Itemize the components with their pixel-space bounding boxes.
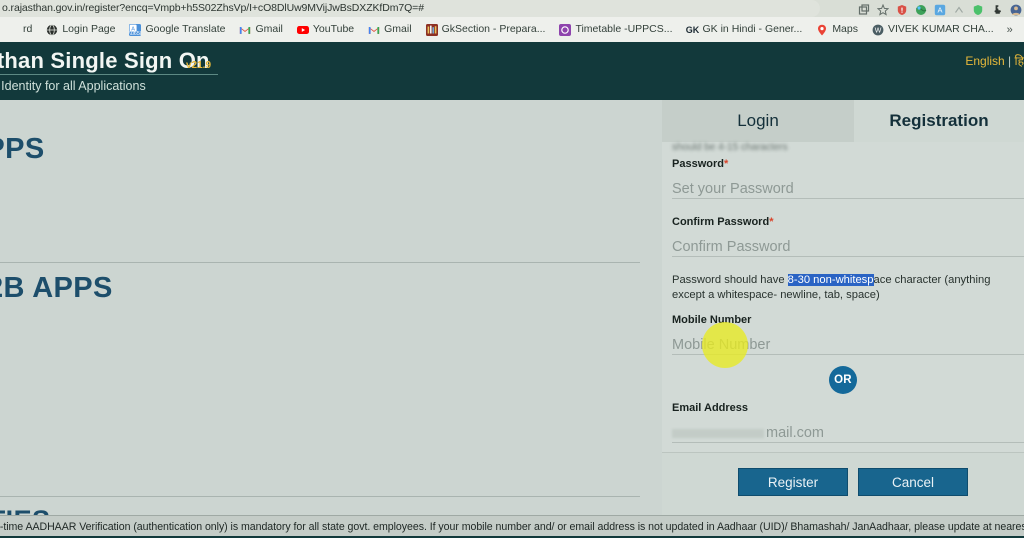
language-hindi[interactable]: हि (1015, 54, 1024, 68)
bookmarks-overflow-button[interactable]: » (1001, 24, 1019, 36)
password-input[interactable]: Set your Password (672, 179, 1024, 199)
password-label-text: Password (672, 158, 724, 170)
password-label: Password* (672, 158, 1024, 170)
bookmark-label: Login Page (62, 23, 116, 35)
bookmark-label: Timetable -UPPCS... (575, 23, 673, 35)
confirm-password-label-text: Confirm Password (672, 216, 770, 228)
form-actions: Register Cancel (662, 452, 1024, 515)
site-title: asthan Single Sign On (0, 48, 210, 73)
email-address-label: Email Address (672, 402, 749, 414)
bookmark-label: GK in Hindi - Gener... (702, 23, 803, 35)
bookmark-label: VIVEK KUMAR CHA... (888, 23, 994, 35)
omnibox-row: o.rajasthan.gov.in/register?encq=Vmpb+h5… (0, 0, 1024, 17)
bookmark-item-gmail-1[interactable]: Gmail (232, 17, 289, 42)
bookmark-label: rd (23, 23, 33, 35)
confirm-password-field-group: Confirm Password* Confirm Password (672, 216, 1024, 257)
bookmark-item-youtube[interactable]: YouTube (290, 17, 361, 42)
auth-tabs: Login Registration (662, 100, 1024, 142)
tab-registration[interactable]: Registration (854, 100, 1024, 142)
svg-text:\u6587: \u6587 (130, 31, 142, 36)
bookmark-item[interactable]: rd (0, 17, 39, 42)
cancel-button[interactable]: Cancel (858, 468, 968, 496)
youtube-icon (296, 24, 309, 36)
language-english[interactable]: English (965, 54, 1004, 68)
svg-text:W: W (875, 27, 882, 34)
cut-off-hint-text: should be 4-15 characters (672, 142, 788, 153)
gk-icon: GK (685, 24, 700, 35)
footer-notice: e-time AADHAAR Verification (authenticat… (0, 515, 1024, 538)
version-label: v21.9 (186, 60, 212, 71)
bookmark-item-gmail-2[interactable]: Gmail (361, 17, 418, 42)
confirm-password-label: Confirm Password* (672, 216, 1024, 228)
omnibox-icons: A (858, 0, 1022, 17)
left-content-panel: APPS G2B APPS TITIES 48,290 (0, 100, 662, 535)
bookmark-item-timetable[interactable]: Timetable -UPPCS... (552, 17, 679, 42)
translate-icon[interactable]: A (934, 3, 946, 15)
url-text[interactable]: o.rajasthan.gov.in/register?encq=Vmpb+h5… (2, 1, 424, 16)
profile-avatar-icon[interactable] (1010, 3, 1022, 15)
bookmark-item-gksection[interactable]: GkSection - Prepara... (419, 17, 553, 42)
password-rule-hint: Password should have 8-30 non-whitespace… (672, 273, 1020, 302)
registration-panel: Login Registration should be 4-15 charac… (662, 100, 1024, 515)
language-separator: | (1004, 54, 1015, 68)
bookmark-item-vivek-kumar[interactable]: W VIVEK KUMAR CHA... (865, 17, 1001, 42)
bookmark-label: YouTube (312, 23, 355, 35)
globe-icon (46, 23, 58, 36)
wordpress-icon: W (872, 24, 884, 36)
timetable-icon (559, 23, 572, 36)
mobile-number-label: Mobile Number (672, 314, 752, 326)
bookmarks-bar: rd Login Page A\u6587 Google Translate G… (0, 17, 1024, 42)
bookmark-item-google-translate[interactable]: A\u6587 Google Translate (122, 17, 232, 42)
title-underline (0, 74, 218, 75)
section-divider (0, 496, 640, 497)
bookmark-star-icon[interactable] (876, 3, 890, 16)
confirm-password-input[interactable]: Confirm Password (672, 237, 1024, 257)
globe-icon[interactable] (915, 3, 927, 15)
section-heading-apps: APPS (0, 133, 45, 165)
email-address-field-group: Email Address mail.com (672, 402, 1024, 443)
share-icon[interactable] (858, 3, 870, 15)
tab-login[interactable]: Login (662, 100, 854, 142)
mobile-number-field-group: Mobile Number Mobile Number (672, 314, 1024, 355)
hint-selected-text[interactable]: 8-30 non-whitesp (787, 274, 874, 286)
green-shield-icon[interactable] (972, 3, 984, 15)
browser-chrome: o.rajasthan.gov.in/register?encq=Vmpb+h5… (0, 0, 1024, 42)
gksection-icon (425, 23, 438, 36)
svg-text:A: A (937, 5, 942, 14)
bookmark-label: GkSection - Prepara... (441, 23, 546, 35)
bookmark-label: Gmail (255, 23, 283, 35)
favicon-icon (7, 24, 19, 36)
email-visible-suffix: mail.com (766, 425, 825, 441)
gmail-icon (239, 24, 251, 36)
or-badge: OR (829, 366, 857, 394)
mobile-number-input[interactable]: Mobile Number (672, 335, 1024, 355)
register-button[interactable]: Register (738, 468, 848, 496)
hint-prefix: Password should have (672, 274, 788, 286)
bookmark-label: Gmail (384, 23, 412, 35)
sso-header-banner: asthan Single Sign On v21.9 igital Ident… (0, 42, 1024, 100)
gmail-icon (368, 24, 380, 36)
required-asterisk: * (723, 158, 729, 170)
email-address-input[interactable]: mail.com (672, 423, 1024, 443)
required-asterisk: * (769, 216, 774, 228)
password-field-group: Password* Set your Password (672, 158, 1024, 199)
puzzle-extensions-icon[interactable] (991, 3, 1003, 15)
registration-form: should be 4-15 characters Password* Set … (662, 142, 1024, 452)
redacted-email-prefix (672, 428, 764, 438)
red-shield-icon[interactable] (896, 3, 908, 15)
language-switcher[interactable]: English | हि (965, 52, 1024, 69)
bookmark-label: Maps (832, 23, 858, 35)
site-subtitle: igital Identity for all Applications (0, 79, 146, 93)
footer-text: e-time AADHAAR Verification (authenticat… (0, 521, 1024, 533)
maps-pin-icon (816, 24, 828, 36)
translate-icon: A\u6587 (129, 23, 146, 37)
section-heading-g2b-apps: G2B APPS (0, 272, 113, 304)
section-divider (0, 262, 640, 263)
bookmark-item-gk-hindi[interactable]: GK GK in Hindi - Gener... (680, 17, 810, 42)
bookmark-item-maps[interactable]: Maps (809, 17, 865, 42)
bookmark-item-login-page[interactable]: Login Page (39, 17, 122, 42)
caret-icon[interactable] (953, 3, 965, 15)
screen-root: o.rajasthan.gov.in/register?encq=Vmpb+h5… (0, 0, 1024, 538)
bookmark-label: Google Translate (145, 23, 226, 35)
